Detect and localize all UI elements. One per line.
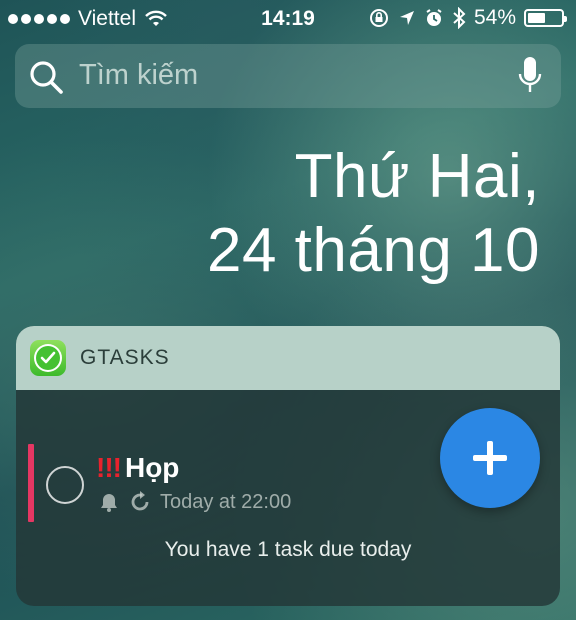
orientation-lock-icon	[369, 9, 388, 27]
bluetooth-icon	[453, 7, 466, 29]
task-priority: !!!	[96, 452, 122, 483]
task-meta: Today at 22:00	[98, 490, 291, 514]
date-display: Thứ Hai, 24 tháng 10	[207, 142, 540, 290]
due-summary: You have 1 task due today	[164, 538, 412, 561]
widget-title: GTASKS	[80, 346, 170, 369]
location-arrow-icon	[399, 11, 414, 25]
search-bar[interactable]: Tìm kiếm	[15, 44, 561, 108]
task-due: Today at 22:00	[160, 490, 292, 513]
task-item[interactable]: !!! Họp	[96, 452, 179, 484]
task-complete-checkbox[interactable]	[46, 466, 84, 504]
status-bar-right: 54%	[368, 6, 567, 30]
date-label: 24 tháng 10	[206, 216, 540, 285]
add-task-button[interactable]	[440, 408, 540, 508]
mic-icon[interactable]	[517, 56, 543, 96]
search-placeholder[interactable]: Tìm kiếm	[79, 59, 198, 92]
status-bar: Viettel 14:19 54%	[0, 0, 576, 38]
gtasks-widget: GTASKS !!! Họp Today at 22:00 You have 1…	[16, 326, 560, 606]
search-icon	[30, 61, 63, 94]
repeat-icon	[131, 491, 149, 511]
alarm-icon	[426, 9, 442, 26]
battery-fill	[528, 13, 546, 23]
weekday-label: Thứ Hai,	[294, 142, 540, 211]
gtasks-check-icon	[30, 340, 66, 376]
battery-percent: 54%	[473, 6, 516, 29]
task-title: Họp	[124, 452, 180, 483]
widget-header[interactable]: GTASKS	[16, 326, 560, 390]
priority-indicator	[28, 444, 34, 522]
bell-icon	[101, 494, 117, 512]
battery-icon	[524, 9, 567, 27]
plus-icon	[473, 441, 507, 475]
